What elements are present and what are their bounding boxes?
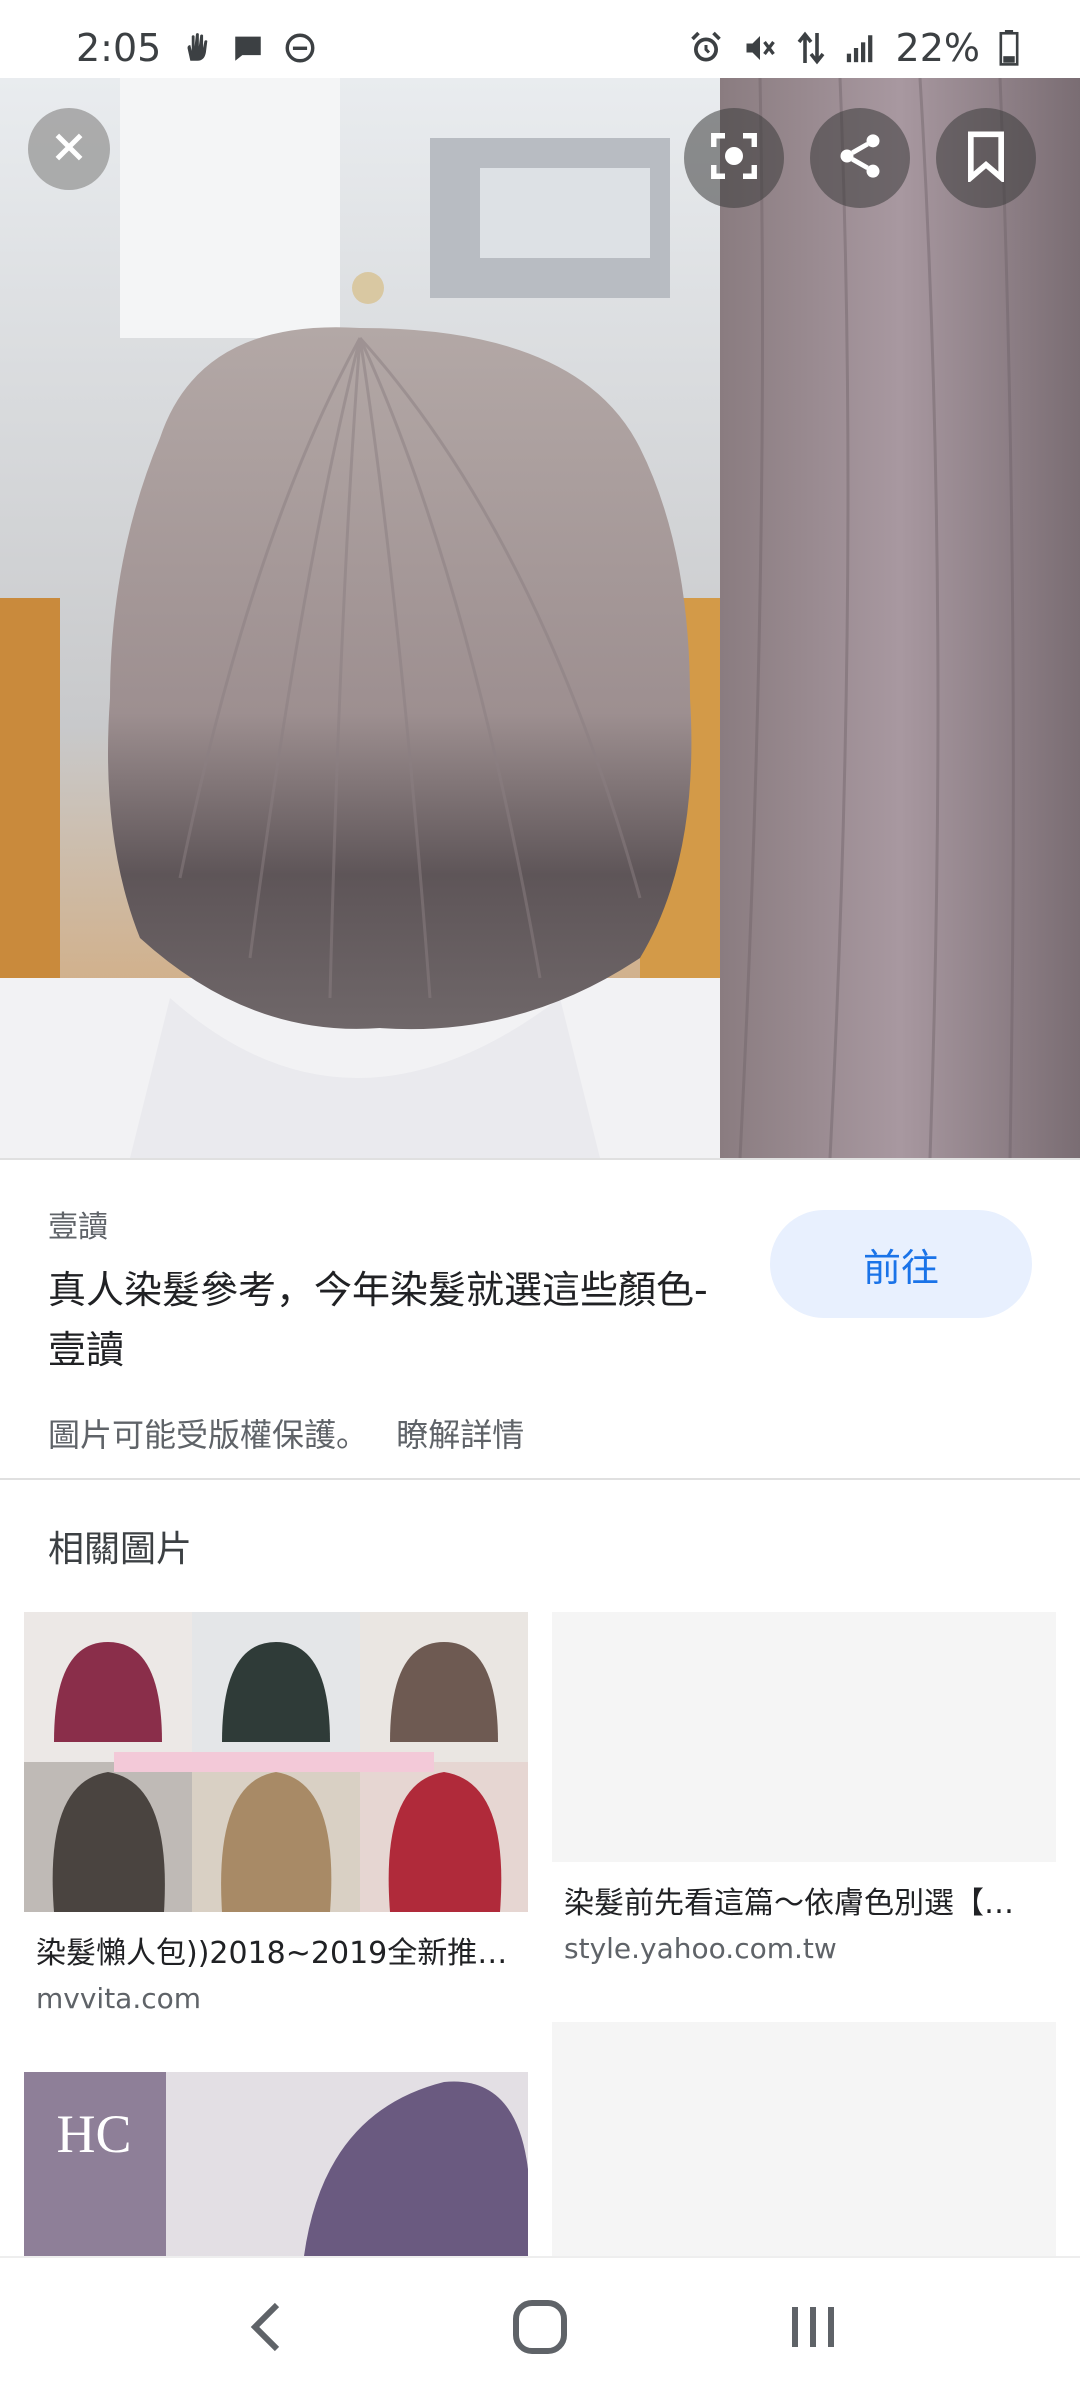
related-domain: style.yahoo.com.tw — [564, 1932, 837, 1965]
related-domain: mvvita.com — [36, 1982, 202, 2015]
lens-button[interactable] — [684, 108, 784, 208]
dnd-icon — [283, 31, 317, 65]
related-thumbnail — [552, 1612, 1056, 1862]
data-icon — [796, 30, 826, 66]
bookmark-button[interactable] — [936, 108, 1036, 208]
back-button[interactable] — [212, 2274, 322, 2384]
thumb-overlay-text: HC — [56, 2104, 131, 2164]
result-info: 壹讀 真人染髮參考，今年染髮就選這些顏色- 壹讀 前往 圖片可能受版權保護。 瞭… — [0, 1158, 1080, 1478]
image-viewer[interactable] — [0, 78, 1080, 1158]
battery-icon — [998, 30, 1020, 66]
related-thumbnail — [552, 2022, 1056, 2256]
copyright-notice: 圖片可能受版權保護。 瞭解詳情 — [48, 1410, 524, 1456]
home-icon — [510, 2297, 570, 2361]
hairstyle-photo — [0, 78, 1080, 1158]
hand-icon — [179, 31, 213, 65]
status-right: 22% — [688, 26, 1020, 70]
signal-icon — [844, 31, 878, 65]
copyright-text: 圖片可能受版權保護。 — [48, 1416, 369, 1454]
related-heading: 相關圖片 — [48, 1529, 193, 1570]
message-icon — [231, 31, 265, 65]
close-button[interactable] — [28, 108, 110, 190]
close-icon — [49, 127, 89, 171]
mute-icon — [742, 30, 778, 66]
home-button[interactable] — [485, 2274, 595, 2384]
back-icon — [247, 2299, 287, 2359]
navigation-bar — [0, 2256, 1080, 2400]
related-caption: 染髮前先看這篇～依膚色別選【… — [564, 1886, 1014, 1921]
related-card-1[interactable]: 染髮懶人包))2018~2019全新推… mvvita.com — [24, 1612, 528, 2015]
page-title[interactable]: 真人染髮參考，今年染髮就選這些顏色- 壹讀 — [48, 1260, 718, 1380]
alarm-icon — [688, 30, 724, 66]
bookmark-icon — [963, 130, 1009, 186]
related-thumbnail: HC — [24, 2072, 528, 2256]
related-caption: 染髮懶人包))2018~2019全新推… — [36, 1936, 508, 1971]
divider — [0, 1478, 1080, 1480]
lens-icon — [707, 129, 761, 187]
status-left: 2:05 — [76, 26, 317, 70]
related-thumbnail — [24, 1612, 528, 1912]
recents-button[interactable] — [758, 2274, 868, 2384]
source-name[interactable]: 壹讀 — [48, 1202, 108, 1246]
recents-icon — [787, 2301, 839, 2357]
share-icon — [834, 130, 886, 186]
related-card-3[interactable]: HC — [24, 2072, 528, 2256]
learn-more-link[interactable]: 瞭解詳情 — [396, 1416, 524, 1454]
visit-button[interactable]: 前往 — [770, 1210, 1032, 1318]
related-card-2[interactable]: 染髮前先看這篇～依膚色別選【… style.yahoo.com.tw — [552, 1612, 1056, 1965]
related-card-4[interactable] — [552, 2022, 1056, 2256]
clock: 2:05 — [76, 26, 162, 70]
battery-percent: 22% — [895, 26, 980, 70]
share-button[interactable] — [810, 108, 910, 208]
